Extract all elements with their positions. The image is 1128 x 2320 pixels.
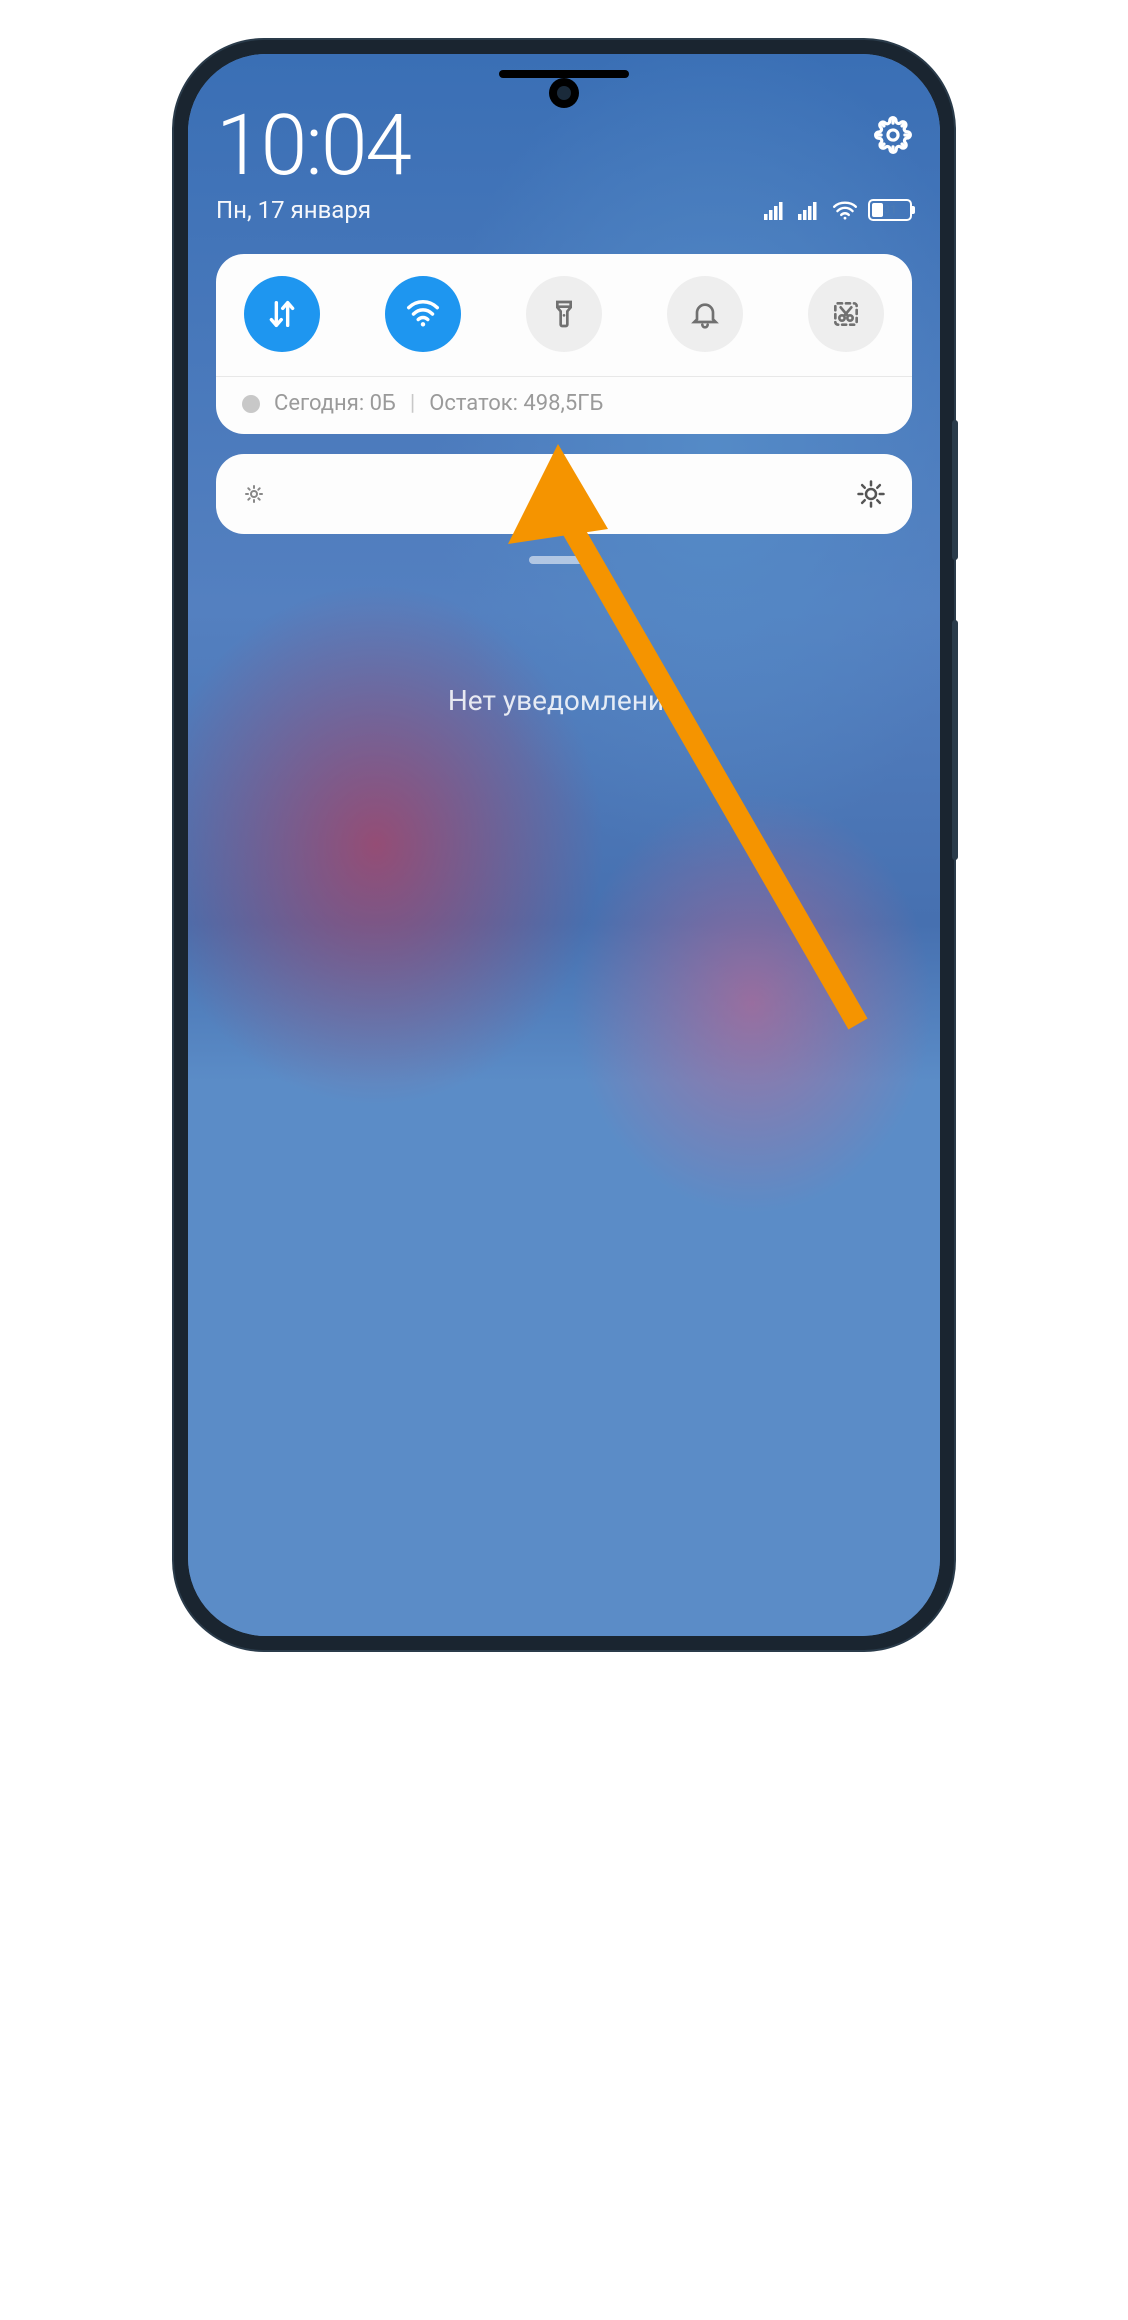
- brightness-high-icon: [856, 479, 886, 509]
- brightness-slider[interactable]: [216, 454, 912, 534]
- clock-time: 10:04: [216, 104, 410, 188]
- toggle-flashlight[interactable]: [526, 276, 602, 352]
- no-notifications-label: Нет уведомлений: [216, 684, 912, 717]
- flashlight-icon: [548, 298, 580, 330]
- drag-handle[interactable]: [529, 556, 599, 564]
- power-button[interactable]: [952, 420, 958, 560]
- bell-icon: [689, 298, 721, 330]
- data-usage-remaining: Остаток: 498,5ГБ: [429, 391, 603, 416]
- volume-button[interactable]: [952, 620, 958, 860]
- separator: |: [410, 391, 415, 416]
- toggle-wifi[interactable]: [385, 276, 461, 352]
- phone-screen: 10:04 Пн, 17 января: [188, 54, 940, 1636]
- battery-icon: 31: [868, 199, 912, 221]
- wifi-icon: [404, 295, 442, 333]
- settings-button[interactable]: [874, 116, 912, 158]
- signal-icon: [764, 200, 788, 220]
- data-usage-dot-icon: [242, 395, 260, 413]
- front-camera: [549, 78, 579, 108]
- date-label: Пн, 17 января: [216, 196, 371, 224]
- wifi-icon: [832, 200, 858, 220]
- scissors-icon: [830, 298, 862, 330]
- quick-settings-panel: Сегодня: 0Б | Остаток: 498,5ГБ: [216, 254, 912, 434]
- gear-icon: [874, 116, 912, 154]
- status-bar-icons: 31: [764, 199, 912, 221]
- mobile-data-icon: [265, 297, 299, 331]
- toggle-mobile-data[interactable]: [244, 276, 320, 352]
- data-usage-row[interactable]: Сегодня: 0Б | Остаток: 498,5ГБ: [238, 391, 890, 416]
- toggle-screenshot[interactable]: [808, 276, 884, 352]
- data-usage-today: Сегодня: 0Б: [274, 391, 396, 416]
- signal-icon: [798, 200, 822, 220]
- toggle-dnd[interactable]: [667, 276, 743, 352]
- battery-percent: 31: [883, 203, 897, 217]
- phone-frame: 10:04 Пн, 17 января: [174, 40, 954, 1650]
- brightness-low-icon: [242, 482, 266, 506]
- phone-speaker: [499, 70, 629, 78]
